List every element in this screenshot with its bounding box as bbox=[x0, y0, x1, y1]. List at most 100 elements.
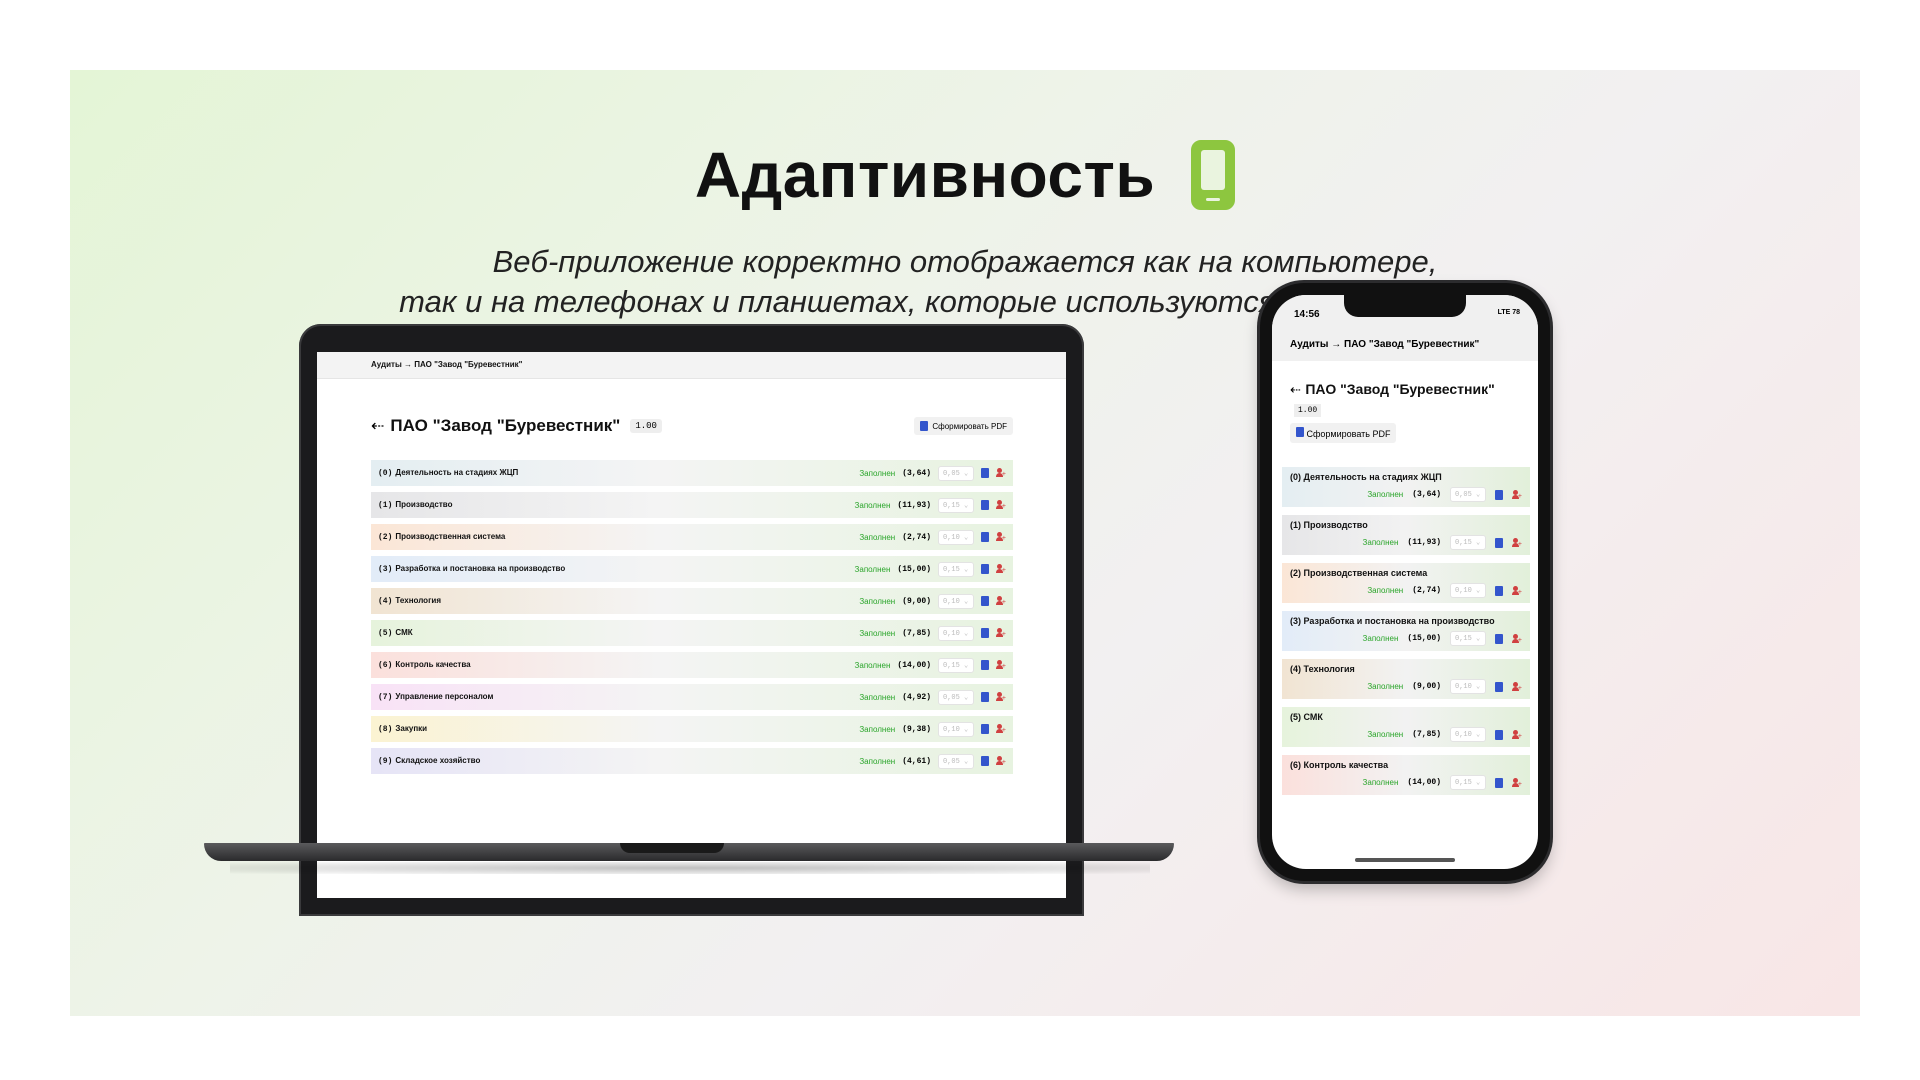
section-name: Производство bbox=[395, 500, 453, 509]
pdf-file-icon[interactable] bbox=[1495, 681, 1503, 692]
pdf-file-icon[interactable] bbox=[981, 724, 989, 734]
weight-select[interactable]: 0,10 ⌄ bbox=[938, 593, 974, 609]
pdf-file-icon[interactable] bbox=[1495, 489, 1503, 500]
title-row: Адаптивность bbox=[70, 130, 1860, 220]
add-user-icon[interactable]: + bbox=[1512, 489, 1522, 500]
section-title: (7) Управление персоналом bbox=[378, 692, 493, 702]
laptop-shadow bbox=[230, 862, 1150, 874]
laptop-notch bbox=[620, 843, 724, 853]
phone-back-arrow-icon[interactable]: ⇠ bbox=[1290, 382, 1301, 397]
weight-select[interactable]: 0,15 ⌄ bbox=[938, 657, 974, 673]
phone-generate-pdf-button[interactable]: Сформировать PDF bbox=[1290, 423, 1397, 443]
add-user-icon[interactable]: + bbox=[996, 468, 1006, 478]
section-row[interactable]: (8) Закупки Заполнен (9,38) 0,10 ⌄ + bbox=[371, 716, 1013, 742]
section-row[interactable]: (7) Управление персоналом Заполнен (4,92) 0,… bbox=[371, 684, 1013, 710]
add-user-icon[interactable]: + bbox=[1512, 729, 1522, 740]
section-row[interactable]: (3) Разработка и постановка на производс… bbox=[1282, 611, 1530, 651]
section-number: (1) bbox=[1290, 520, 1301, 530]
pdf-file-icon[interactable] bbox=[981, 532, 989, 542]
section-row[interactable]: (0) Деятельность на стадиях ЖЦП Заполнен (… bbox=[1282, 467, 1530, 507]
add-user-icon[interactable]: + bbox=[1512, 777, 1522, 788]
pdf-file-icon[interactable] bbox=[981, 756, 989, 766]
section-row[interactable]: (3) Разработка и постановка на производст… bbox=[371, 556, 1013, 582]
section-row[interactable]: (5) СМК Заполнен (7,85) 0,10 ⌄ + bbox=[371, 620, 1013, 646]
status-label: Заполнен bbox=[1367, 586, 1404, 595]
pdf-file-icon[interactable] bbox=[1495, 777, 1503, 788]
section-row[interactable]: (0) Деятельность на стадиях ЖЦП Заполнен (3… bbox=[371, 460, 1013, 486]
add-user-icon[interactable]: + bbox=[996, 724, 1006, 734]
section-name: Производственная система bbox=[1303, 568, 1428, 578]
weight-select[interactable]: 0,10 ⌄ bbox=[1450, 583, 1486, 598]
weight-select[interactable]: 0,15 ⌄ bbox=[1450, 775, 1486, 790]
phone-screen: 14:56 LTE 78 Аудиты → ПАО "Завод "Буреве… bbox=[1272, 295, 1538, 869]
pdf-file-icon[interactable] bbox=[981, 692, 989, 702]
section-name: Разработка и постановка на производство bbox=[1303, 616, 1495, 626]
section-name: Производственная система bbox=[395, 532, 506, 541]
weight-select[interactable]: 0,10 ⌄ bbox=[938, 721, 974, 737]
section-name: Деятельность на стадиях ЖЦП bbox=[1303, 472, 1442, 482]
weight-select[interactable]: 0,05 ⌄ bbox=[938, 753, 974, 769]
add-user-icon[interactable]: + bbox=[996, 628, 1006, 638]
section-number: (4) bbox=[378, 597, 393, 606]
pdf-file-icon[interactable] bbox=[1495, 729, 1503, 740]
pdf-file-icon[interactable] bbox=[981, 596, 989, 606]
section-row[interactable]: (5) СМК Заполнен (7,85) 0,10 ⌄ + bbox=[1282, 707, 1530, 747]
generate-pdf-button[interactable]: Сформировать PDF bbox=[914, 417, 1013, 435]
add-user-icon[interactable]: + bbox=[1512, 537, 1522, 548]
section-row[interactable]: (6) Контроль качества Заполнен (14,00) 0,15… bbox=[1282, 755, 1530, 795]
section-number: (7) bbox=[378, 693, 393, 702]
section-row[interactable]: (1) Производство Заполнен (11,93) 0,15 ⌄ + bbox=[1282, 515, 1530, 555]
section-name: Контроль качества bbox=[1303, 760, 1389, 770]
back-arrow-icon[interactable]: ⇠ bbox=[371, 416, 384, 436]
pdf-file-icon[interactable] bbox=[981, 564, 989, 574]
section-row[interactable]: (4) Технология Заполнен (9,00) 0,10 ⌄ + bbox=[371, 588, 1013, 614]
pdf-file-icon[interactable] bbox=[1495, 585, 1503, 596]
section-title: (1) Производство bbox=[378, 500, 452, 510]
section-row[interactable]: (6) Контроль качества Заполнен (14,00) 0,15 … bbox=[371, 652, 1013, 678]
status-label: Заполнен bbox=[854, 660, 891, 670]
pdf-file-icon[interactable] bbox=[981, 628, 989, 638]
breadcrumb[interactable]: Аудиты → ПАО "Завод "Буревестник" bbox=[317, 352, 1066, 379]
pdf-file-icon[interactable] bbox=[981, 660, 989, 670]
pdf-file-icon[interactable] bbox=[981, 468, 989, 478]
weight-select[interactable]: 0,10 ⌄ bbox=[938, 529, 974, 545]
add-user-icon[interactable]: + bbox=[1512, 633, 1522, 644]
add-user-icon[interactable]: + bbox=[996, 692, 1006, 702]
pdf-file-icon[interactable] bbox=[1495, 633, 1503, 644]
add-user-icon[interactable]: + bbox=[996, 532, 1006, 542]
add-user-icon[interactable]: + bbox=[996, 756, 1006, 766]
section-row[interactable]: (2) Производственная система Заполнен (2,7… bbox=[1282, 563, 1530, 603]
add-user-icon[interactable]: + bbox=[1512, 585, 1522, 596]
section-score: (15,00) bbox=[897, 564, 931, 574]
section-score: (11,93) bbox=[1407, 538, 1441, 547]
section-title: (5) СМК bbox=[1290, 712, 1522, 723]
weight-select[interactable]: 0,10 ⌄ bbox=[938, 625, 974, 641]
weight-select[interactable]: 0,15 ⌄ bbox=[938, 561, 974, 577]
section-number: (2) bbox=[378, 533, 393, 542]
pdf-file-icon[interactable] bbox=[1495, 537, 1503, 548]
row-actions: Заполнен (4,92) 0,05 ⌄ + bbox=[859, 689, 1006, 705]
phone-breadcrumb[interactable]: Аудиты → ПАО "Завод "Буревестник" bbox=[1272, 329, 1538, 361]
section-row[interactable]: (2) Производственная система Заполнен (2,74… bbox=[371, 524, 1013, 550]
section-row[interactable]: (4) Технология Заполнен (9,00) 0,10 ⌄ + bbox=[1282, 659, 1530, 699]
weight-select[interactable]: 0,15 ⌄ bbox=[938, 497, 974, 513]
section-row[interactable]: (9) Складское хозяйство Заполнен (4,61) 0,05… bbox=[371, 748, 1013, 774]
weight-select[interactable]: 0,15 ⌄ bbox=[1450, 631, 1486, 646]
add-user-icon[interactable]: + bbox=[996, 500, 1006, 510]
add-user-icon[interactable]: + bbox=[996, 564, 1006, 574]
section-score: (15,00) bbox=[1407, 634, 1441, 643]
weight-select[interactable]: 0,15 ⌄ bbox=[1450, 535, 1486, 550]
add-user-icon[interactable]: + bbox=[1512, 681, 1522, 692]
weight-select[interactable]: 0,05 ⌄ bbox=[1450, 487, 1486, 502]
weight-select[interactable]: 0,10 ⌄ bbox=[1450, 679, 1486, 694]
weight-select[interactable]: 0,05 ⌄ bbox=[938, 465, 974, 481]
add-user-icon[interactable]: + bbox=[996, 596, 1006, 606]
status-signal: LTE 78 bbox=[1497, 309, 1520, 316]
pdf-file-icon[interactable] bbox=[981, 500, 989, 510]
section-score: (9,38) bbox=[902, 724, 931, 734]
weight-select[interactable]: 0,05 ⌄ bbox=[938, 689, 974, 705]
add-user-icon[interactable]: + bbox=[996, 660, 1006, 670]
weight-select[interactable]: 0,10 ⌄ bbox=[1450, 727, 1486, 742]
row-actions: Заполнен (14,00) 0,15 ⌄ + bbox=[854, 657, 1006, 673]
section-row[interactable]: (1) Производство Заполнен (11,93) 0,15 ⌄ + bbox=[371, 492, 1013, 518]
